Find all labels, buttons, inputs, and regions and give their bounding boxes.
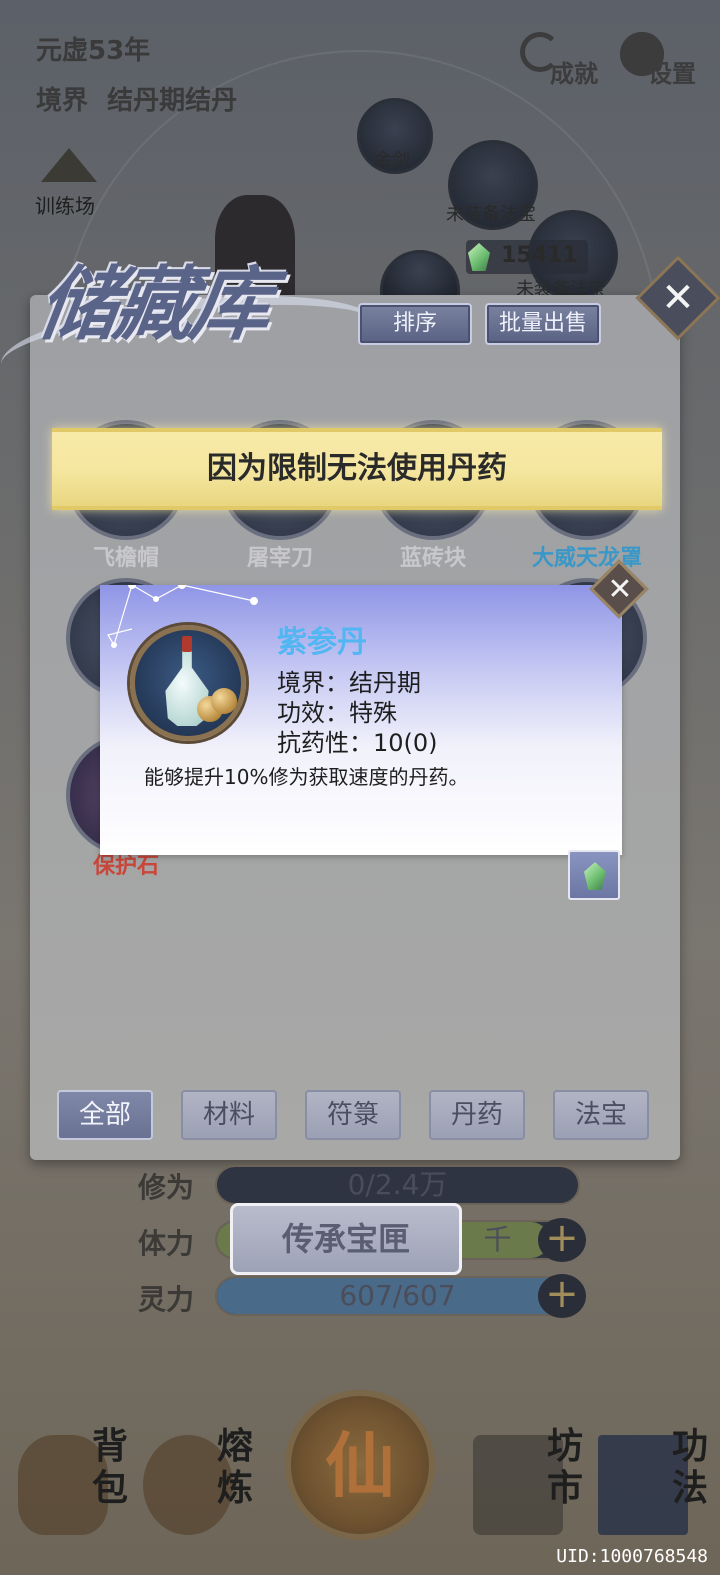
- item-description: 能够提升10%修为获取速度的丹药。: [144, 765, 469, 789]
- spirit-stone-icon: [468, 243, 490, 271]
- legacy-box-button[interactable]: 传承宝匣: [230, 1203, 462, 1275]
- item-name: 大威天龙罩: [531, 546, 642, 571]
- item-name: 蓝砖块: [399, 546, 466, 571]
- tab-all[interactable]: 全部: [57, 1090, 153, 1140]
- nav-market[interactable]: 坊市: [465, 1425, 605, 1545]
- restriction-toast: 因为限制无法使用丹药: [52, 428, 662, 510]
- currency-value: 15411: [501, 243, 578, 268]
- spirit-label: 灵力: [138, 1283, 195, 1316]
- realm-label: 境界: [36, 86, 89, 116]
- tab-pills[interactable]: 丹药: [429, 1090, 525, 1140]
- achievements-button[interactable]: 成就: [520, 30, 600, 88]
- realm-value: 结丹期结丹: [107, 86, 238, 116]
- treasure-slot-1-label: 未装备法宝: [446, 204, 536, 225]
- currency-display: 15411: [466, 240, 588, 274]
- item-resistance: 抗药性：10(0): [277, 729, 438, 757]
- sword-slot-label: 金剑: [374, 150, 410, 171]
- training-ground-label: 训练场: [35, 194, 95, 218]
- sort-button[interactable]: 排序: [358, 303, 472, 345]
- stamina-label: 体力: [138, 1227, 195, 1260]
- pill-shape: [211, 688, 237, 714]
- item-name: 屠宰刀: [246, 546, 313, 571]
- nav-immortal[interactable]: 仙: [285, 1390, 435, 1540]
- stamina-plus-button[interactable]: +: [538, 1218, 586, 1262]
- item-detail-popup: 紫参丹 境界：结丹期 功效：特殊 抗药性：10(0) 能够提升10%修为获取速度…: [100, 585, 622, 855]
- vase-cap: [182, 636, 192, 652]
- nav-backpack[interactable]: 背包: [10, 1425, 150, 1545]
- item-name-title: 紫参丹: [277, 625, 367, 660]
- uid-text: UID:1000768548: [556, 1546, 708, 1567]
- nav-smelt[interactable]: 熔炼: [135, 1425, 275, 1545]
- tab-treasures[interactable]: 法宝: [553, 1090, 649, 1140]
- pill-bottle-icon: [130, 625, 246, 741]
- cultivation-value: 0/2.4万: [347, 1168, 448, 1201]
- close-icon: ✕: [607, 572, 633, 607]
- spirit-bar: 607/607: [215, 1276, 580, 1316]
- nav-skills[interactable]: 功法: [590, 1425, 715, 1545]
- nav-market-label: 坊市: [546, 1425, 583, 1509]
- settings-label: 设置: [648, 60, 696, 88]
- sell-button[interactable]: [568, 850, 620, 900]
- spirit-plus-button[interactable]: +: [538, 1274, 586, 1318]
- item-name: 飞檐帽: [92, 546, 159, 571]
- close-icon: ✕: [661, 275, 695, 321]
- settings-button[interactable]: 设置: [620, 30, 700, 88]
- realm-row: 境界 结丹期结丹: [36, 80, 237, 117]
- storage-title: 储藏库: [32, 257, 274, 351]
- tab-materials[interactable]: 材料: [181, 1090, 277, 1140]
- training-ground-button[interactable]: 训练场: [35, 148, 101, 218]
- straw-hat-icon: [41, 148, 97, 182]
- spirit-stone-icon: [584, 862, 606, 890]
- tab-talismans[interactable]: 符箓: [305, 1090, 401, 1140]
- stamina-value: 千: [483, 1223, 512, 1256]
- bulk-sell-button[interactable]: 批量出售: [485, 303, 601, 345]
- cultivation-bar: 0/2.4万: [215, 1165, 580, 1205]
- cultivation-label: 修为: [138, 1171, 195, 1204]
- achievements-label: 成就: [550, 60, 598, 88]
- nav-skills-label: 功法: [671, 1425, 708, 1509]
- spirit-value: 607/607: [339, 1279, 456, 1312]
- nav-smelt-label: 熔炼: [216, 1425, 253, 1509]
- year-text: 元虚53年: [36, 36, 151, 66]
- nav-backpack-label: 背包: [91, 1425, 128, 1509]
